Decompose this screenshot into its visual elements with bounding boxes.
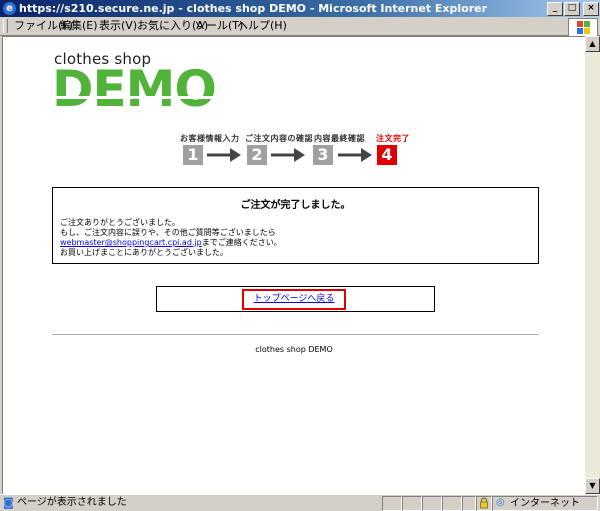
menu-edit[interactable]: 編集(E) xyxy=(60,19,98,33)
page-icon: ◙ xyxy=(3,496,14,509)
windows-flag-icon xyxy=(568,18,598,38)
status-cell xyxy=(402,496,422,511)
zone-cell: ◎ インターネット xyxy=(492,496,598,511)
menu-help[interactable]: ヘルプ(H) xyxy=(237,19,287,33)
highlight-frame: トップページへ戻る xyxy=(242,289,346,310)
step-label-2: ご注文内容の確認 xyxy=(245,134,313,143)
logo-demo: DEMO xyxy=(52,60,217,118)
scroll-up-icon[interactable]: ▲ xyxy=(585,36,600,52)
page-viewport: clothes shop DEMO お客様情報入力 ご注文内容の確認 内容最終確… xyxy=(2,36,586,496)
status-cell xyxy=(422,496,442,511)
message-line-3-suffix: までご連絡ください。 xyxy=(201,238,282,247)
lock-icon xyxy=(476,496,492,511)
message-line-3: webmaster@shoppingcart.cpi.ad.jpまでご連絡くださ… xyxy=(60,238,282,248)
minimize-button[interactable]: _ xyxy=(547,2,563,16)
status-bar: ◙ ページが表示されました ◎ インターネット xyxy=(0,494,600,511)
status-cell xyxy=(442,496,462,511)
footer-divider xyxy=(52,334,539,335)
zone-text: インターネット xyxy=(510,498,580,509)
status-cell xyxy=(382,496,402,511)
menu-bar: ファイル(F) 編集(E) 表示(V) お気に入り(A) ツール(T) ヘルプ(… xyxy=(0,17,600,36)
close-button[interactable]: × xyxy=(583,2,599,16)
title-bar: e https://s210.secure.ne.jp - clothes sh… xyxy=(0,0,600,17)
step-number-4: 4 xyxy=(377,145,397,165)
status-text: ページが表示されました xyxy=(17,497,127,508)
arrow-right-icon xyxy=(207,148,241,162)
arrow-right-icon xyxy=(271,148,305,162)
step-label-3: 内容最終確認 xyxy=(314,134,365,143)
menu-view[interactable]: 表示(V) xyxy=(99,19,137,33)
order-complete-title: ご注文が完了しました。 xyxy=(240,200,351,211)
back-to-top-box: トップページへ戻る xyxy=(156,286,435,312)
step-number-3: 3 xyxy=(313,145,333,165)
ie-icon: e xyxy=(3,2,16,15)
step-number-1: 1 xyxy=(183,145,203,165)
message-line-1: ご注文ありがとうございました。 xyxy=(60,218,180,227)
globe-icon: ◎ xyxy=(496,497,505,508)
vertical-scrollbar[interactable]: ▲ ▼ xyxy=(585,36,600,494)
status-cell xyxy=(462,496,476,511)
order-complete-box: ご注文が完了しました。 ご注文ありがとうございました。 もし、ご注文内容に誤りや… xyxy=(52,187,539,264)
scroll-down-icon[interactable]: ▼ xyxy=(585,478,600,494)
window-title: https://s210.secure.ne.jp - clothes shop… xyxy=(19,2,487,15)
order-complete-message: ご注文ありがとうございました。 もし、ご注文内容に誤りや、その他ご質問等ございま… xyxy=(60,218,282,258)
message-line-2: もし、ご注文内容に誤りや、その他ご質問等ございましたら xyxy=(60,228,276,237)
arrow-right-icon xyxy=(338,148,372,162)
step-number-2: 2 xyxy=(247,145,267,165)
toolbar-grip[interactable] xyxy=(3,19,8,33)
back-to-top-link[interactable]: トップページへ戻る xyxy=(244,291,344,308)
step-label-1: お客様情報入力 xyxy=(180,134,240,143)
step-label-4: 注文完了 xyxy=(376,134,410,143)
message-line-4: お買い上げまことにありがとうございました。 xyxy=(60,248,228,257)
footer-text: clothes shop DEMO xyxy=(255,345,333,354)
webmaster-email-link[interactable]: webmaster@shoppingcart.cpi.ad.jp xyxy=(60,238,202,247)
maximize-button[interactable]: □ xyxy=(564,2,580,16)
